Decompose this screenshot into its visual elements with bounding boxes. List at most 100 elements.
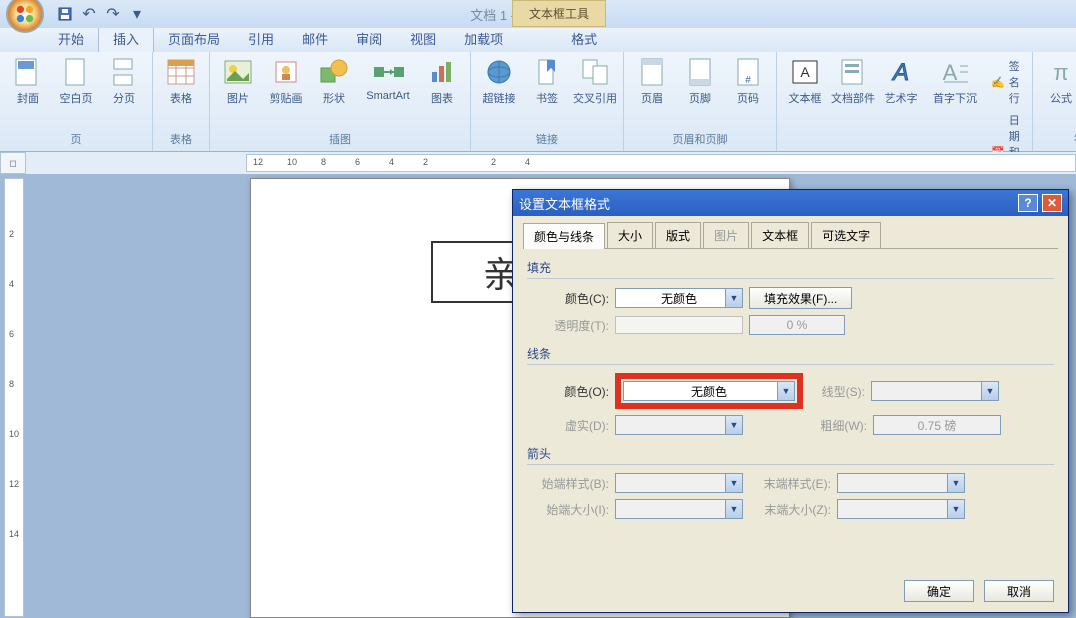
svg-text:#: # (745, 75, 751, 86)
wordart-icon: A (885, 56, 917, 88)
table-icon (165, 56, 197, 88)
blank-page-button[interactable]: 空白页 (54, 56, 98, 106)
smartart-icon (372, 56, 404, 88)
dtab-alttext[interactable]: 可选文字 (811, 222, 881, 248)
arrow-section-label: 箭头 (527, 445, 1054, 465)
tab-page-layout[interactable]: 页面布局 (154, 25, 234, 52)
quickparts-icon (837, 56, 869, 88)
group-illustrations-label: 插图 (329, 129, 351, 149)
pagenum-button[interactable]: #页码 (726, 56, 770, 106)
tab-mailings[interactable]: 邮件 (288, 25, 342, 52)
group-header-footer-label: 页眉和页脚 (673, 129, 728, 149)
chevron-down-icon: ▼ (725, 289, 742, 307)
line-dash-label: 虚实(D): (527, 417, 609, 434)
begin-size-combo: ▼ (615, 499, 743, 519)
fill-effects-button[interactable]: 填充效果(F)... (749, 287, 852, 309)
picture-button[interactable]: 图片 (216, 56, 260, 106)
picture-label: 图片 (227, 90, 249, 106)
end-style-combo: ▼ (837, 473, 965, 493)
line-style-label: 线型(S): (809, 383, 865, 400)
save-icon[interactable] (56, 5, 74, 23)
title-bar: ↶ ↷ ▾ 文档 1 - Microsoft Word 文本框工具 (0, 0, 1076, 28)
chart-label: 图表 (431, 90, 453, 106)
line-dash-combo: ▼ (615, 415, 743, 435)
blank-page-label: 空白页 (60, 90, 93, 106)
table-button[interactable]: 表格 (159, 56, 203, 106)
begin-size-label: 始端大小(I): (527, 501, 609, 518)
tab-format[interactable]: 格式 (557, 25, 611, 52)
svg-text:A: A (891, 59, 909, 86)
fill-color-label: 颜色(C): (527, 290, 609, 307)
bookmark-label: 书签 (536, 90, 558, 106)
end-size-label: 末端大小(Z): (749, 501, 831, 518)
line-section: 线条 颜色(O): 无颜色▼ 线型(S): ▼ 虚实(D): ▼ 粗细(W): … (527, 345, 1054, 435)
ribbon-group-symbols: π公式 Ω符号 符号 (1033, 52, 1076, 151)
cancel-button[interactable]: 取消 (984, 580, 1054, 602)
signature-label: 签名行 (1009, 58, 1022, 106)
begin-style-combo: ▼ (615, 473, 743, 493)
end-style-label: 末端样式(E): (749, 475, 831, 492)
ribbon-group-links: 超链接 书签 交叉引用 链接 (471, 52, 624, 151)
context-tab-textbox-tools[interactable]: 文本框工具 (512, 0, 606, 27)
smartart-label: SmartArt (366, 90, 409, 102)
bookmark-button[interactable]: 书签 (525, 56, 569, 106)
header-button[interactable]: 页眉 (630, 56, 674, 106)
line-color-combo[interactable]: 无颜色▼ (623, 381, 795, 401)
arrow-section: 箭头 始端样式(B): ▼ 末端样式(E): ▼ 始端大小(I): ▼ 末端大小… (527, 445, 1054, 519)
fill-color-combo[interactable]: 无颜色▼ (615, 288, 743, 308)
dtab-layout[interactable]: 版式 (655, 222, 701, 248)
shapes-icon (318, 56, 350, 88)
crossref-label: 交叉引用 (573, 90, 617, 106)
redo-icon[interactable]: ↷ (104, 5, 122, 23)
clipart-label: 剪贴画 (270, 90, 303, 106)
dtab-colors-lines[interactable]: 颜色与线条 (523, 223, 605, 249)
signature-line-button[interactable]: ✍签名行 (987, 56, 1026, 108)
dialog-titlebar[interactable]: 设置文本框格式 ? ✕ (513, 190, 1068, 216)
highlight-annotation: 无颜色▼ (615, 373, 803, 409)
tab-references[interactable]: 引用 (234, 25, 288, 52)
clipart-button[interactable]: 剪贴画 (264, 56, 308, 106)
cover-page-button[interactable]: 封面 (6, 56, 50, 106)
undo-icon[interactable]: ↶ (80, 5, 98, 23)
chevron-down-icon: ▼ (725, 416, 742, 434)
svg-text:A: A (800, 64, 810, 80)
line-weight-spinner: 0.75 磅 (873, 415, 1001, 435)
line-weight-label: 粗细(W): (811, 417, 867, 434)
blank-page-icon (60, 56, 92, 88)
header-icon (636, 56, 668, 88)
bookmark-icon (531, 56, 563, 88)
vertical-ruler[interactable]: 2 4 6 8 10 12 14 (4, 178, 24, 617)
tab-review[interactable]: 审阅 (342, 25, 396, 52)
chevron-down-icon: ▼ (725, 474, 742, 492)
textbox-label: 文本框 (789, 90, 822, 106)
picture-icon (222, 56, 254, 88)
qat-dropdown-icon[interactable]: ▾ (128, 5, 146, 23)
footer-button[interactable]: 页脚 (678, 56, 722, 106)
footer-label: 页脚 (689, 90, 711, 106)
group-links-label: 链接 (536, 129, 558, 149)
ruler-row: ◻ 12 10 8 6 4 2 2 4 (0, 152, 1076, 174)
crossref-button[interactable]: 交叉引用 (573, 56, 617, 106)
horizontal-ruler[interactable]: 12 10 8 6 4 2 2 4 (246, 154, 1076, 172)
dialog-help-button[interactable]: ? (1018, 194, 1038, 212)
hyperlink-button[interactable]: 超链接 (477, 56, 521, 106)
quickparts-label: 文档部件 (831, 90, 875, 106)
end-size-combo: ▼ (837, 499, 965, 519)
dtab-size[interactable]: 大小 (607, 222, 653, 248)
tab-insert[interactable]: 插入 (98, 24, 154, 52)
tab-addins[interactable]: 加载项 (450, 25, 517, 52)
ok-button[interactable]: 确定 (904, 580, 974, 602)
dialog-close-button[interactable]: ✕ (1042, 194, 1062, 212)
equation-button[interactable]: π公式 (1039, 56, 1076, 106)
ribbon-group-illustrations: 图片 剪贴画 形状 SmartArt 图表 插图 (210, 52, 471, 151)
tab-view[interactable]: 视图 (396, 25, 450, 52)
dtab-textbox[interactable]: 文本框 (751, 222, 809, 248)
chevron-down-icon: ▼ (981, 382, 998, 400)
chart-button[interactable]: 图表 (420, 56, 464, 106)
shapes-button[interactable]: 形状 (312, 56, 356, 106)
line-style-combo: ▼ (871, 381, 999, 401)
smartart-button[interactable]: SmartArt (360, 56, 416, 106)
chart-icon (426, 56, 458, 88)
page-break-button[interactable]: 分页 (102, 56, 146, 106)
tab-home[interactable]: 开始 (44, 25, 98, 52)
